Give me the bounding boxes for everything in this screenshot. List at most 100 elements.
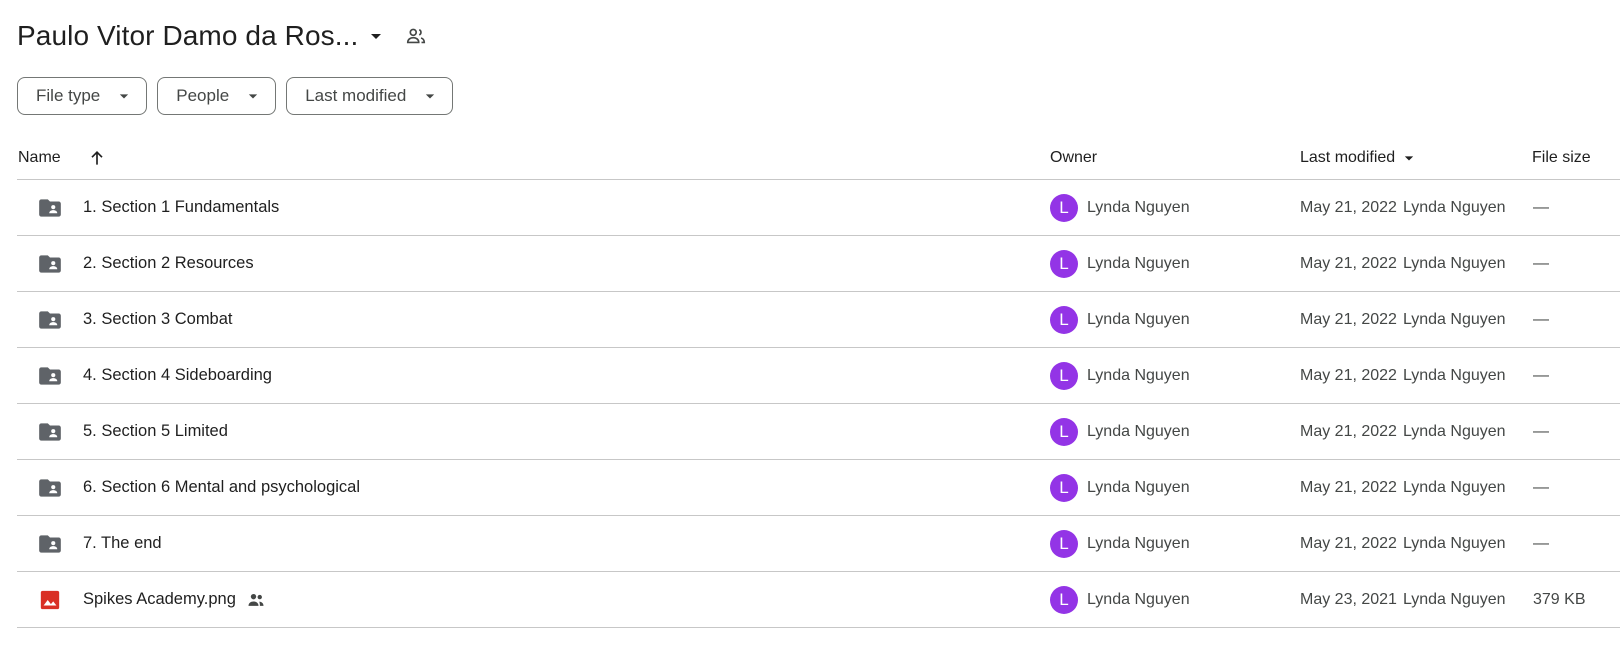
modified-by: Lynda Nguyen: [1402, 310, 1506, 328]
file-row[interactable]: 2. Section 2 Resources L Lynda Nguyen Ma…: [17, 236, 1620, 292]
owner-cell: L Lynda Nguyen: [1050, 572, 1190, 627]
file-size: —: [1533, 366, 1549, 384]
filter-chips: File type People Last modified: [17, 77, 454, 115]
modified-by: Lynda Nguyen: [1402, 478, 1506, 496]
modified-by: Lynda Nguyen: [1402, 254, 1506, 272]
avatar: L: [1050, 193, 1078, 222]
folder-header: Paulo Vitor Damo da Ros...: [17, 16, 428, 56]
owner-name: Lynda Nguyen: [1087, 310, 1190, 328]
owner-cell: L Lynda Nguyen: [1050, 516, 1190, 571]
people-icon: [246, 590, 266, 610]
modified-date: May 21, 2022: [1300, 366, 1397, 384]
file-row[interactable]: 7. The end L Lynda Nguyen May 21, 2022 L…: [17, 516, 1620, 572]
last-modified-column-header[interactable]: Last modified: [1300, 136, 1419, 180]
file-size: —: [1533, 478, 1549, 496]
owner-cell: L Lynda Nguyen: [1050, 348, 1190, 403]
file-list: Name Owner Last modified File size 1. Se…: [17, 136, 1620, 628]
image-file-icon: [37, 572, 63, 627]
modified-date: May 21, 2022: [1300, 310, 1397, 328]
modified-date: May 21, 2022: [1300, 254, 1397, 272]
last-modified-cell: May 21, 2022 Lynda Nguyen: [1300, 292, 1506, 347]
file-name[interactable]: 6. Section 6 Mental and psychological: [83, 478, 360, 497]
modified-date: May 23, 2021: [1300, 590, 1397, 608]
shared-folder-icon: [37, 516, 63, 571]
file-size: —: [1533, 534, 1549, 552]
avatar: L: [1050, 473, 1078, 502]
modified-by: Lynda Nguyen: [1402, 198, 1506, 216]
file-row[interactable]: 1. Section 1 Fundamentals L Lynda Nguyen…: [17, 180, 1620, 236]
last-modified-cell: May 21, 2022 Lynda Nguyen: [1300, 460, 1506, 515]
avatar: L: [1050, 305, 1078, 334]
modified-date: May 21, 2022: [1300, 422, 1397, 440]
file-name[interactable]: 5. Section 5 Limited: [83, 422, 228, 441]
chip-label: People: [176, 86, 230, 105]
modified-by: Lynda Nguyen: [1402, 366, 1506, 384]
owner-cell: L Lynda Nguyen: [1050, 292, 1190, 347]
file-name[interactable]: 3. Section 3 Combat: [83, 310, 233, 329]
chip-label: Last modified: [305, 86, 407, 105]
file-size-column-header[interactable]: File size: [1532, 136, 1591, 180]
owner-name: Lynda Nguyen: [1087, 478, 1190, 496]
chip-label: File type: [36, 86, 101, 105]
modified-date: May 21, 2022: [1300, 534, 1397, 552]
modified-date: May 21, 2022: [1300, 478, 1397, 496]
file-row[interactable]: 5. Section 5 Limited L Lynda Nguyen May …: [17, 404, 1620, 460]
people-outline-icon[interactable]: [404, 24, 428, 48]
modified-by: Lynda Nguyen: [1402, 590, 1506, 608]
modified-date: May 21, 2022: [1300, 198, 1397, 216]
file-size: —: [1533, 422, 1549, 440]
owner-name: Lynda Nguyen: [1087, 198, 1190, 216]
last-modified-filter-chip[interactable]: Last modified: [286, 77, 454, 115]
owner-name: Lynda Nguyen: [1087, 254, 1190, 272]
file-row[interactable]: Spikes Academy.png L Lynda Nguyen May 23…: [17, 572, 1620, 628]
owner-name: Lynda Nguyen: [1087, 534, 1190, 552]
shared-folder-icon: [37, 348, 63, 403]
owner-cell: L Lynda Nguyen: [1050, 404, 1190, 459]
file-row[interactable]: 6. Section 6 Mental and psychological L …: [17, 460, 1620, 516]
owner-cell: L Lynda Nguyen: [1050, 460, 1190, 515]
file-rows: 1. Section 1 Fundamentals L Lynda Nguyen…: [17, 180, 1620, 628]
shared-folder-icon: [37, 236, 63, 291]
file-size: —: [1533, 254, 1549, 272]
people-filter-chip[interactable]: People: [157, 77, 277, 115]
shared-folder-icon: [37, 292, 63, 347]
shared-folder-icon: [37, 180, 63, 235]
avatar: L: [1050, 249, 1078, 278]
file-row[interactable]: 3. Section 3 Combat L Lynda Nguyen May 2…: [17, 292, 1620, 348]
file-size: —: [1533, 310, 1549, 328]
last-modified-cell: May 21, 2022 Lynda Nguyen: [1300, 236, 1506, 291]
file-row[interactable]: 4. Section 4 Sideboarding L Lynda Nguyen…: [17, 348, 1620, 404]
avatar: L: [1050, 529, 1078, 558]
owner-name: Lynda Nguyen: [1087, 422, 1190, 440]
name-column-header[interactable]: Name: [18, 136, 61, 180]
avatar: L: [1050, 361, 1078, 390]
folder-title[interactable]: Paulo Vitor Damo da Ros...: [17, 20, 358, 52]
last-modified-label: Last modified: [1300, 149, 1396, 166]
file-name[interactable]: 4. Section 4 Sideboarding: [83, 366, 272, 385]
file-name[interactable]: Spikes Academy.png: [83, 590, 236, 609]
last-modified-cell: May 23, 2021 Lynda Nguyen: [1300, 572, 1506, 627]
modified-by: Lynda Nguyen: [1402, 534, 1506, 552]
last-modified-cell: May 21, 2022 Lynda Nguyen: [1300, 348, 1506, 403]
shared-folder-icon: [37, 460, 63, 515]
last-modified-cell: May 21, 2022 Lynda Nguyen: [1300, 404, 1506, 459]
file-name[interactable]: 2. Section 2 Resources: [83, 254, 254, 273]
arrow-drop-down-icon: [1399, 148, 1419, 168]
owner-name: Lynda Nguyen: [1087, 366, 1190, 384]
arrow-drop-down-icon: [243, 86, 263, 106]
shared-folder-icon: [37, 404, 63, 459]
file-list-header: Name Owner Last modified File size: [17, 136, 1620, 180]
arrow-drop-down-icon: [114, 86, 134, 106]
owner-name: Lynda Nguyen: [1087, 590, 1190, 608]
avatar: L: [1050, 585, 1078, 614]
arrow-upward-icon[interactable]: [85, 146, 109, 170]
owner-column-header[interactable]: Owner: [1050, 136, 1097, 180]
file-name[interactable]: 1. Section 1 Fundamentals: [83, 198, 279, 217]
owner-cell: L Lynda Nguyen: [1050, 180, 1190, 235]
avatar: L: [1050, 417, 1078, 446]
arrow-drop-down-icon[interactable]: [364, 24, 388, 48]
file-type-filter-chip[interactable]: File type: [17, 77, 148, 115]
modified-by: Lynda Nguyen: [1402, 422, 1506, 440]
last-modified-cell: May 21, 2022 Lynda Nguyen: [1300, 516, 1506, 571]
file-name[interactable]: 7. The end: [83, 534, 162, 553]
